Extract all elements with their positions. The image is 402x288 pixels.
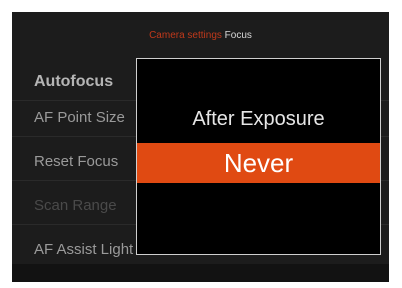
menu-item-label: AF Point Size [34,109,125,126]
option-never-selected[interactable]: Never [137,143,380,183]
options-popup: After Exposure Never [136,58,381,255]
footer-bar [12,264,389,282]
breadcrumb-current: Focus [224,30,252,41]
camera-menu-screen: Camera settings Focus Autofocus AF Point… [12,12,389,282]
section-title: Autofocus [34,73,114,90]
option-after-exposure[interactable]: After Exposure [137,99,380,139]
page-header: Camera settings Focus [12,12,389,60]
menu-item-label: Scan Range [34,197,117,214]
menu-item-label: Reset Focus [34,153,119,170]
menu-item-label: AF Assist Light [34,241,134,258]
breadcrumb-parent[interactable]: Camera settings [149,30,222,41]
